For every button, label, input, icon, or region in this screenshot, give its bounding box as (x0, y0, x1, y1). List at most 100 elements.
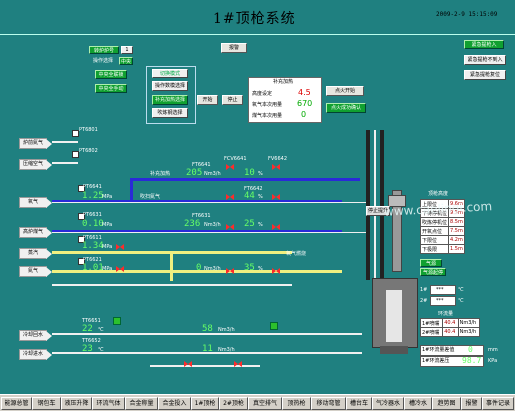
taskbar-button[interactable]: 报警 (461, 397, 482, 410)
upper-gas-vertical (130, 178, 133, 200)
control-valve-icon (234, 361, 242, 368)
table-cell: 1#喷嘴 (419, 318, 444, 328)
taskbar-button[interactable]: 槽冷水 (404, 397, 432, 410)
alarm-button[interactable]: 报警 (221, 43, 247, 53)
source-label: 压缩空气 (19, 159, 52, 170)
source-label: 氮气 (19, 266, 52, 277)
control-valve-icon (272, 194, 280, 201)
taskbar-button[interactable]: 液压升降 (61, 397, 92, 410)
center-auto-button[interactable]: 中央全联锁 (95, 70, 127, 79)
source-label: 氧气 (19, 197, 52, 208)
table-row: 下限位 4.2m (419, 235, 465, 245)
flow-value: 58 (202, 324, 213, 334)
ignite-button[interactable]: 点火开始 (326, 86, 364, 96)
control-valve-icon (272, 224, 280, 231)
pressure-value: 1.34 (82, 241, 104, 251)
taskbar-button[interactable]: 气冷器水 (372, 397, 404, 410)
taskbar-button[interactable]: 能源总管 (1, 397, 32, 410)
flow-unit: Nm3/h (204, 171, 221, 177)
table-cell: 2#喷嘴 (419, 327, 444, 337)
table-row: 1#喷嘴 40.4 Nm3/h (419, 318, 481, 328)
nitrogen2-white (52, 284, 292, 286)
scada-screen: 1#顶枪系统 2009-2-9 15:15:09 转炉炉号 1 操作选择 中央 … (0, 0, 515, 411)
temp-unit: ℃ (98, 327, 104, 333)
taskbar-button[interactable]: 2#顶枪 (219, 397, 248, 410)
control-valve-icon (272, 164, 280, 171)
mode-1-button[interactable]: 操作数模选择 (152, 81, 188, 91)
readout-unit: ℃ (458, 287, 464, 293)
taskbar-button[interactable]: 趋势图 (432, 397, 461, 410)
supp-heat-row-label: 高度设定 (252, 91, 273, 97)
readout-label: 1#环流差压 (422, 358, 450, 364)
flow-value: 11 (202, 344, 213, 354)
table-cell: 40.4 (442, 318, 459, 328)
instrument-tag: FV6642 (268, 156, 288, 162)
center-manual-button[interactable]: 中央全手动 (95, 84, 127, 93)
ignite-ok-button[interactable]: 点火成功确认 (326, 103, 366, 113)
flow-unit: Nm3/h (218, 347, 235, 353)
table-cell: 开氧点位 (419, 226, 450, 236)
gas-source-label: 气源 (420, 259, 442, 267)
air-pipe (52, 162, 78, 164)
taskbar-button[interactable]: 合金投入 (158, 397, 191, 410)
control-valve-icon (226, 194, 234, 201)
emergency-reset-button[interactable]: 紧急提枪复位 (464, 70, 506, 80)
table-cell: 1.5m (448, 244, 465, 254)
table-row: 2#喷嘴 40.4 Nm3/h (419, 327, 481, 337)
table-cell: 下限位 (419, 235, 450, 245)
gas-source-button[interactable]: 气源起停 (420, 268, 446, 276)
stop-button[interactable]: 停止 (222, 95, 243, 105)
pressure-gauge-icon (72, 151, 79, 158)
switch-mode-button[interactable]: 切换模式 (152, 69, 188, 78)
supp-heat-row-value: 670 (297, 99, 313, 108)
taskbar-button[interactable]: 真空排气 (248, 397, 282, 410)
mode-2-button[interactable]: 补充加热选择 (152, 95, 188, 105)
taskbar-button[interactable]: 环流气体 (92, 397, 125, 410)
datetime: 2009-2-9 15:15:09 (436, 11, 498, 18)
flow-value: 205 (186, 168, 203, 178)
valve-value: 44 (244, 191, 255, 201)
source-label: 冷却进水 (19, 349, 52, 360)
supp-heat-row-value: 4.5 (298, 88, 311, 97)
instrument-tag: PT6641 (83, 184, 102, 190)
pressure-value: 0.10 (82, 219, 104, 229)
steam-vertical (170, 251, 173, 281)
readout-label: 1#环流量差值 (422, 347, 455, 353)
taskbar-button[interactable]: 槽台车 (346, 397, 372, 410)
readout-value: 0 (468, 345, 473, 354)
heat-gas-label: 补充加热 (150, 171, 171, 177)
flow-value: 236 (184, 219, 201, 229)
open-button[interactable]: 开始 (197, 95, 218, 105)
pressure-unit: MPa (102, 266, 113, 272)
table-cell: Nm3/h (457, 318, 481, 328)
oxygen-comb-label: 氧气燃烧 (286, 251, 307, 257)
emergency-lift-fail-button[interactable]: 紧急提枪不到入 (464, 55, 506, 65)
taskbar-button[interactable]: 顶热枪 (282, 397, 311, 410)
flow-unit: Nm3/h (218, 327, 235, 333)
readout-value: 98.7 (462, 356, 482, 365)
taskbar-button[interactable]: 1#顶枪 (191, 397, 219, 410)
taskbar-button[interactable]: 钢包车 (32, 397, 61, 410)
op-mode-value[interactable]: 中央 (119, 57, 133, 65)
op-mode-label: 操作选择 (93, 58, 114, 64)
pressure-unit: MPa (102, 194, 113, 200)
nitrogen-pipe (52, 141, 78, 143)
valve-value: 10 (244, 168, 255, 178)
furnace-no-value: 1 (121, 46, 133, 54)
readout-unit: ℃ (458, 298, 464, 304)
table-row: 开氧点位 7.5m (419, 226, 465, 236)
control-valve-icon (184, 361, 192, 368)
source-label: 炉前氮气 (19, 138, 52, 149)
furnace-no-label: 转炉炉号 (89, 46, 119, 54)
lance-rail-icon (374, 130, 376, 280)
taskbar-button[interactable]: 移动弯管 (311, 397, 346, 410)
taskbar-button[interactable]: 事件记录 (482, 397, 514, 410)
mode-3-button[interactable]: 吹炼钢选择 (152, 108, 188, 118)
source-label: 蒸汽 (19, 248, 52, 259)
table-cell: 40.4 (442, 327, 459, 337)
emergency-lift-button[interactable]: 紧急提枪入 (464, 40, 504, 49)
pressure-value: 1.25 (82, 191, 104, 201)
taskbar-button[interactable]: 合金称量 (125, 397, 158, 410)
readout-unit: mm (488, 347, 498, 353)
pressure-unit: MPa (102, 222, 113, 228)
